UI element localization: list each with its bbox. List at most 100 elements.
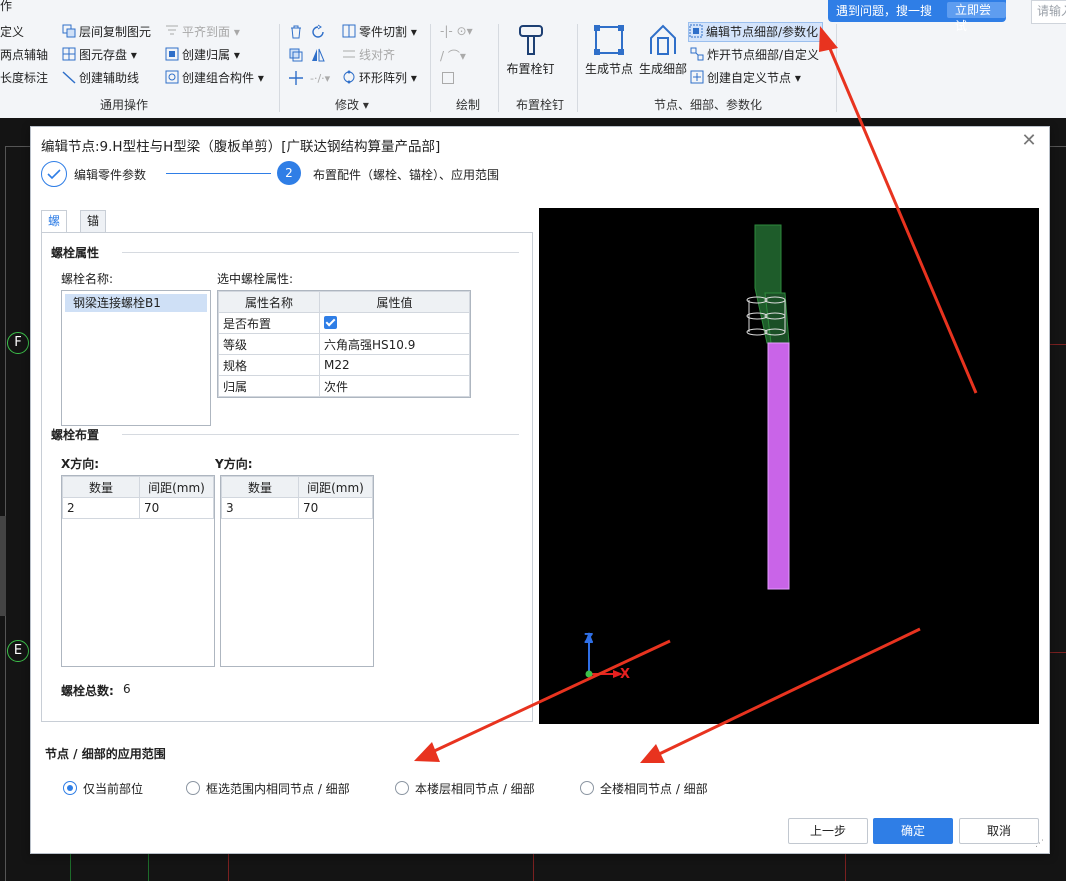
extend-icon[interactable]: -·/·▾	[310, 72, 330, 85]
bolt-total-label: 螺栓总数:	[61, 684, 114, 698]
prev-step-button[interactable]: 上一步	[788, 818, 868, 844]
table-row: 2 70	[62, 497, 214, 519]
bolt-panel: 螺栓属性 螺栓名称: 钢梁连接螺栓B1 选中螺栓属性: 属性名称 属性值 是否布…	[41, 232, 533, 722]
step-2-number: 2	[277, 161, 301, 185]
bolt-props-title: 螺栓属性	[51, 246, 100, 260]
group-label-draw: 绘制	[456, 98, 481, 112]
search-input[interactable]: 请输入	[1031, 0, 1066, 24]
create-custom-node-button[interactable]: 创建自定义节点 ▾	[690, 68, 801, 88]
node-3d-preview[interactable]: Z X	[539, 208, 1039, 724]
group-label-bolt: 布置栓钉	[516, 98, 565, 112]
scope-radio-floor[interactable]: 本楼层相同节点 / 细部	[395, 780, 535, 797]
bolt-name-list[interactable]: 钢梁连接螺栓B1	[61, 290, 211, 426]
ribbon-item-label: 创建组合构件	[182, 71, 255, 85]
prop-value-cell[interactable]: 六角高强HS10.9	[319, 333, 470, 355]
x-spacing-cell[interactable]: 70	[139, 497, 214, 519]
prop-value-cell[interactable]: 次件	[319, 375, 470, 397]
ribbon-separator	[430, 24, 431, 112]
grid-line	[148, 853, 149, 881]
ribbon-item-combo-member[interactable]: 创建组合构件 ▾	[165, 68, 264, 88]
col-header-spacing: 间距(mm)	[139, 476, 214, 498]
draw-point-icon[interactable]: -|- ⊙▾	[440, 24, 473, 38]
y-count-cell[interactable]: 3	[221, 497, 299, 519]
side-splitter[interactable]	[0, 516, 6, 616]
help-tip-banner: 遇到问题，搜一搜 立即尝试	[828, 0, 1006, 33]
draw-rect-icon[interactable]	[442, 72, 454, 84]
move-icon[interactable]	[288, 70, 304, 89]
part-cut-icon	[342, 24, 356, 38]
delete-icon[interactable]	[288, 24, 304, 43]
ok-button[interactable]: 确定	[873, 818, 953, 844]
copy-layer-icon	[62, 24, 76, 38]
tab-bolt[interactable]: 螺栓	[41, 210, 68, 249]
axis-z-label: Z	[584, 632, 594, 647]
table-row: 3 70	[221, 497, 373, 519]
edit-node-param-button[interactable]: 编辑节点细部/参数化	[688, 22, 824, 42]
y-direction-table-container: 数量 间距(mm) 3 70	[220, 475, 374, 667]
ribbon-item-ring-array[interactable]: 环形阵列 ▾	[342, 68, 417, 88]
table-row: 规格 M22	[218, 354, 470, 376]
generate-node-button[interactable]: 生成节点	[582, 24, 636, 77]
bolt-name-item[interactable]: 钢梁连接螺栓B1	[65, 294, 207, 312]
section-divider	[122, 434, 519, 435]
ribbon-item-copy-floor[interactable]: 层间复制图元	[62, 22, 151, 42]
ribbon-item-aux-line[interactable]: 创建辅助线	[62, 68, 139, 88]
col-header-prop-name: 属性名称	[218, 291, 320, 313]
close-icon[interactable]: ✕	[1021, 132, 1037, 150]
col-header-count: 数量	[221, 476, 299, 498]
scope-radio-building[interactable]: 全楼相同节点 / 细部	[580, 780, 708, 797]
grid-line	[533, 853, 534, 881]
col-header-prop-value: 属性值	[319, 291, 470, 313]
ribbon-item-create-belong[interactable]: 创建归属 ▾	[165, 45, 240, 65]
try-now-button[interactable]: 立即尝试	[947, 2, 1006, 33]
ribbon-item-label: 图元存盘	[79, 48, 128, 62]
ribbon-item-two-point-axis[interactable]: 两点辅轴	[0, 45, 48, 65]
resize-grip-icon[interactable]: ⋰	[1035, 839, 1045, 849]
aux-line-icon	[62, 71, 76, 84]
generate-node-label: 生成节点	[584, 62, 633, 76]
tab-anchor-bolt[interactable]: 锚栓	[80, 210, 107, 249]
ribbon-item-label: 创建归属	[182, 48, 231, 62]
selected-props-label: 选中螺栓属性:	[217, 272, 294, 286]
place-stud-button[interactable]: 布置栓钉	[503, 24, 558, 77]
ribbon-item-label: 平齐到面	[182, 25, 231, 39]
x-count-cell[interactable]: 2	[62, 497, 140, 519]
generate-detail-button[interactable]: 生成细部	[636, 24, 690, 77]
mirror-icon[interactable]	[310, 47, 326, 66]
canvas-border-line	[5, 146, 6, 881]
copy-icon[interactable]	[288, 47, 304, 66]
ribbon-item-save-element[interactable]: 图元存盘 ▾	[62, 45, 137, 65]
cancel-button[interactable]: 取消	[959, 818, 1039, 844]
scope-radio-box-select[interactable]: 框选范围内相同节点 / 细部	[186, 780, 350, 797]
menu-tab-partial[interactable]: 作	[0, 0, 12, 16]
ribbon-separator	[836, 24, 837, 112]
ribbon-item-define[interactable]: 定义	[0, 22, 24, 42]
ring-array-icon	[343, 70, 355, 84]
explode-node-icon	[690, 47, 704, 61]
ribbon-item-align-face[interactable]: 平齐到面 ▾	[165, 22, 240, 42]
combo-member-icon	[165, 70, 179, 84]
edit-node-dialog: 编辑节点:9.H型柱与H型梁（腹板单剪）[广联达钢结构算量产品部] ✕ 编辑零件…	[30, 126, 1050, 854]
y-spacing-cell[interactable]: 70	[298, 497, 373, 519]
ribbon-item-line-align[interactable]: 线对齐	[342, 45, 395, 65]
x-direction-label: X方向:	[61, 457, 100, 471]
generate-detail-label: 生成细部	[638, 62, 687, 76]
checkbox-checked-icon[interactable]	[324, 316, 337, 329]
grid-line	[70, 853, 71, 881]
prop-value-cell[interactable]	[319, 312, 470, 334]
draw-line-icon[interactable]: / ⌒▾	[440, 47, 466, 64]
explode-node-button[interactable]: 炸开节点细部/自定义	[690, 45, 819, 65]
ribbon-item-label: 环形阵列	[359, 71, 408, 85]
ribbon-separator	[577, 24, 578, 112]
group-label-node: 节点、细部、参数化	[654, 98, 763, 112]
ribbon-item-length-dim[interactable]: 长度标注	[0, 68, 48, 88]
ribbon-item-part-cut[interactable]: 零件切割 ▾	[342, 22, 417, 42]
scope-radio-current[interactable]: 仅当前部位	[63, 780, 143, 797]
radio-unselected-icon	[395, 781, 409, 795]
table-row: 是否布置	[218, 312, 470, 334]
prop-value-cell[interactable]: M22	[319, 354, 470, 376]
ribbon-item-label: 零件切割	[359, 25, 408, 39]
x-direction-table-container: 数量 间距(mm) 2 70	[61, 475, 215, 667]
radio-unselected-icon	[580, 781, 594, 795]
rotate-icon[interactable]	[310, 24, 326, 43]
